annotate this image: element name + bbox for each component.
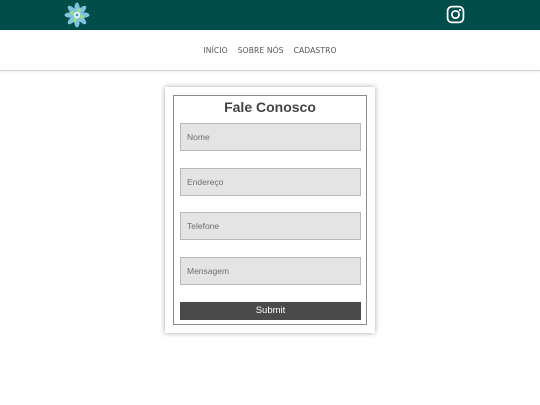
phone-input[interactable] [180, 212, 361, 240]
name-input[interactable] [180, 123, 361, 151]
instagram-icon[interactable] [446, 5, 465, 24]
message-input[interactable] [180, 257, 361, 285]
address-input[interactable] [180, 168, 361, 196]
contact-form: Fale Conosco Submit [173, 95, 367, 325]
nav-item-sobre-nos[interactable]: SOBRE NÓS [238, 46, 284, 55]
nav-item-cadastro[interactable]: CADASTRO [294, 46, 337, 55]
contact-form-card: Fale Conosco Submit [165, 87, 375, 333]
form-title: Fale Conosco [224, 99, 316, 115]
submit-button[interactable]: Submit [180, 302, 361, 320]
main-nav: INÍCIO SOBRE NÓS CADASTRO [0, 30, 540, 71]
top-bar [0, 0, 540, 30]
mandala-logo-icon[interactable] [64, 2, 90, 28]
nav-item-inicio[interactable]: INÍCIO [203, 46, 227, 55]
